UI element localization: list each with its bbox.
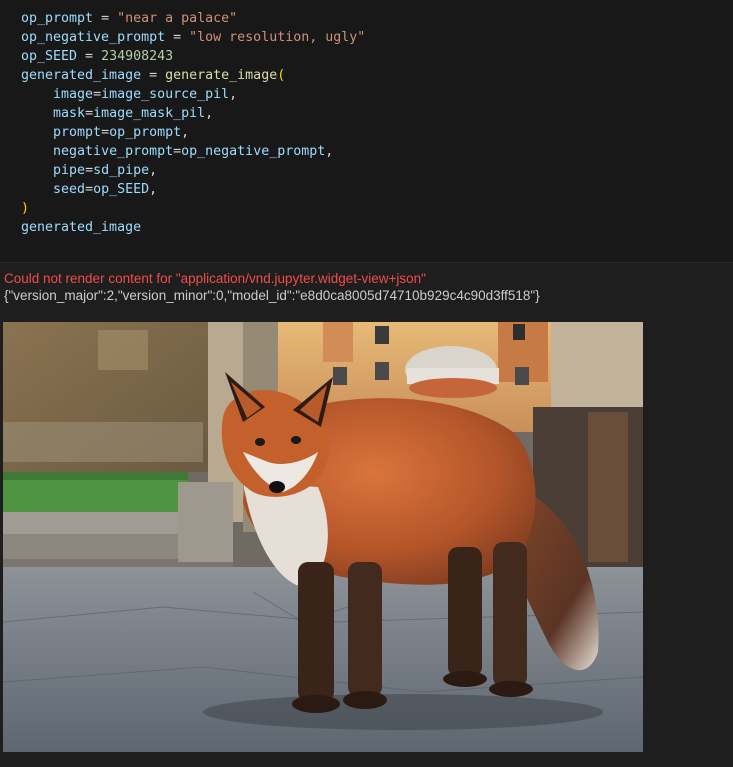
bracket-token: )	[21, 201, 30, 216]
variable-token: op_prompt	[109, 125, 182, 140]
code-line-12: generated_image	[21, 218, 365, 237]
kwarg-token: seed	[53, 182, 86, 197]
comma-token: ,	[325, 144, 334, 159]
variable-token: image_mask_pil	[93, 106, 206, 121]
operator-token: =	[165, 30, 190, 45]
kwarg-token: image	[53, 87, 94, 102]
code-editor[interactable]: op_prompt = "near a palace" op_negative_p…	[21, 9, 365, 237]
variable-token: op_negative_prompt	[181, 144, 326, 159]
variable-token: generated_image	[21, 220, 142, 235]
string-token: "low resolution, ugly"	[189, 30, 366, 45]
operator-token: =	[77, 49, 102, 64]
function-token: generate_image	[165, 68, 278, 83]
code-line-4: generated_image = generate_image(	[21, 66, 365, 85]
operator-token: =	[93, 87, 102, 102]
operator-token: =	[101, 125, 110, 140]
variable-token: image_source_pil	[101, 87, 230, 102]
code-line-7: prompt=op_prompt,	[21, 123, 365, 142]
render-error-message: Could not render content for "applicatio…	[4, 271, 426, 286]
variable-token: op_negative_prompt	[21, 30, 166, 45]
operator-token: =	[85, 163, 94, 178]
string-token: "near a palace"	[117, 11, 238, 26]
generated-image	[3, 322, 643, 752]
operator-token: =	[93, 11, 118, 26]
code-line-11: )	[21, 199, 365, 218]
operator-token: =	[173, 144, 182, 159]
fox-palace-picture	[3, 322, 643, 752]
kwarg-token: pipe	[53, 163, 86, 178]
comma-token: ,	[181, 125, 190, 140]
comma-token: ,	[149, 163, 158, 178]
code-line-3: op_SEED = 234908243	[21, 47, 365, 66]
variable-token: generated_image	[21, 68, 142, 83]
bracket-token: (	[277, 68, 286, 83]
operator-token: =	[141, 68, 166, 83]
comma-token: ,	[205, 106, 214, 121]
widget-json-text: {"version_major":2,"version_minor":0,"mo…	[4, 288, 540, 303]
code-line-9: pipe=sd_pipe,	[21, 161, 365, 180]
kwarg-token: mask	[53, 106, 86, 121]
operator-token: =	[85, 106, 94, 121]
code-line-2: op_negative_prompt = "low resolution, ug…	[21, 28, 365, 47]
code-line-8: negative_prompt=op_negative_prompt,	[21, 142, 365, 161]
kwarg-token: prompt	[53, 125, 102, 140]
kwarg-token: negative_prompt	[53, 144, 174, 159]
code-line-1: op_prompt = "near a palace"	[21, 9, 365, 28]
cell-output: Could not render content for "applicatio…	[0, 263, 733, 767]
operator-token: =	[85, 182, 94, 197]
code-line-5: image=image_source_pil,	[21, 85, 365, 104]
comma-token: ,	[149, 182, 158, 197]
variable-token: op_SEED	[93, 182, 150, 197]
comma-token: ,	[229, 87, 238, 102]
number-token: 234908243	[101, 49, 174, 64]
code-line-6: mask=image_mask_pil,	[21, 104, 365, 123]
variable-token: op_SEED	[21, 49, 78, 64]
code-cell[interactable]: op_prompt = "near a palace" op_negative_p…	[0, 0, 733, 263]
code-line-10: seed=op_SEED,	[21, 180, 365, 199]
variable-token: sd_pipe	[93, 163, 150, 178]
variable-token: op_prompt	[21, 11, 94, 26]
